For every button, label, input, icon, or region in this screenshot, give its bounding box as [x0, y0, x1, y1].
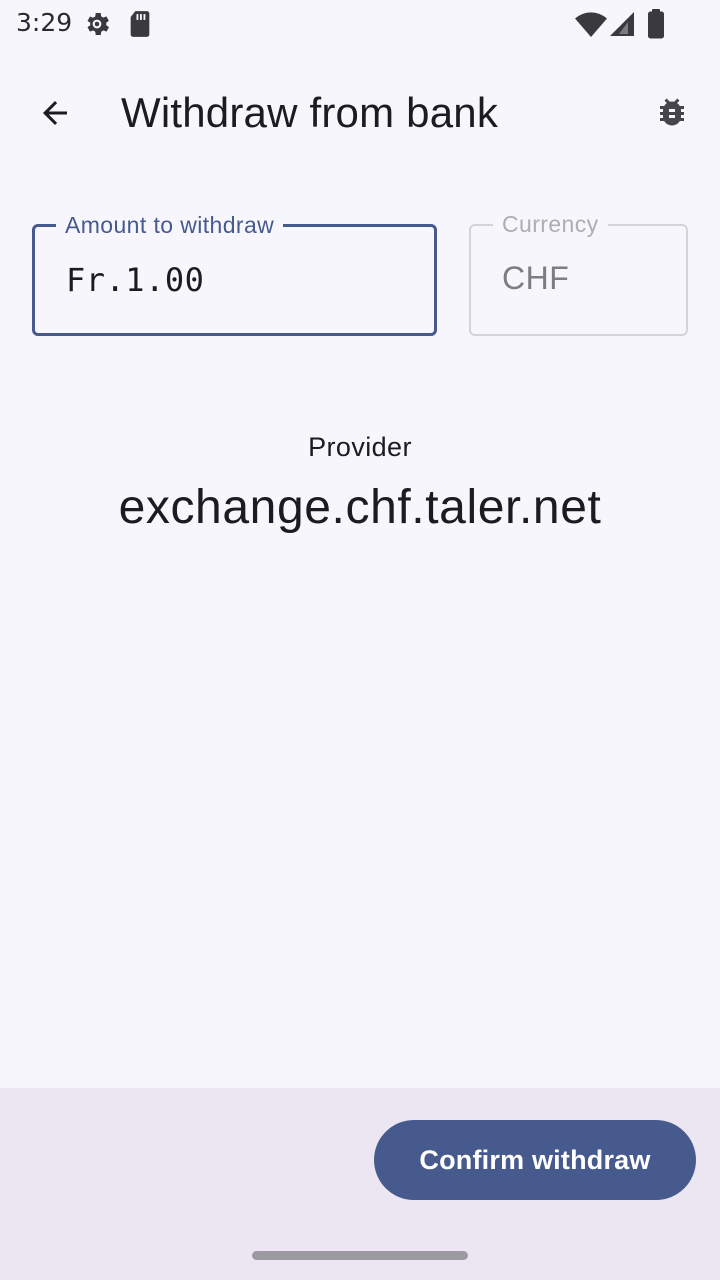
battery-icon	[647, 9, 665, 44]
status-bar: 3:29	[0, 0, 720, 48]
currency-field: Currency CHF	[469, 211, 688, 336]
page-title: Withdraw from bank	[121, 89, 499, 136]
provider-label: Provider	[308, 432, 412, 462]
cellular-signal-icon	[608, 10, 636, 43]
debug-button[interactable]	[646, 86, 698, 138]
wifi-icon	[574, 10, 608, 43]
provider-value: exchange.chf.taler.net	[118, 481, 602, 534]
bottom-bar: Confirm withdraw	[0, 1088, 720, 1280]
currency-label: Currency	[493, 211, 608, 237]
currency-value: CHF	[502, 260, 570, 296]
amount-input[interactable]: Amount to withdraw Fr.1.00	[32, 212, 437, 336]
app-bar: Withdraw from bank	[0, 72, 720, 156]
screen: 3:29 Withdraw from bank Amount to withdr…	[0, 0, 720, 1280]
amount-value[interactable]: Fr.1.00	[66, 261, 204, 299]
status-time: 3:29	[16, 8, 73, 37]
bug-icon	[660, 98, 684, 126]
arrow-back-icon	[43, 101, 67, 125]
confirm-withdraw-button[interactable]: Confirm withdraw	[374, 1120, 696, 1200]
back-button[interactable]	[26, 84, 84, 142]
gesture-navigation-bar[interactable]	[252, 1251, 468, 1260]
settings-gear-icon	[82, 9, 112, 44]
amount-label: Amount to withdraw	[56, 212, 284, 238]
sd-card-icon	[128, 10, 152, 43]
